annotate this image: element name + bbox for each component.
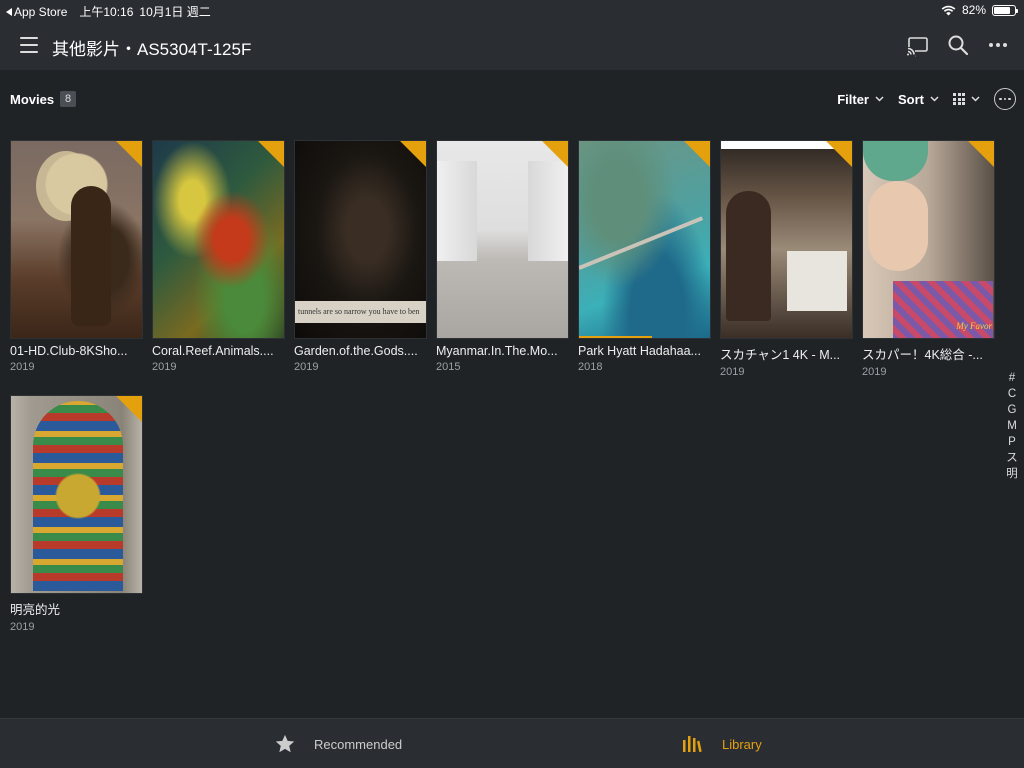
alpha-index-letter[interactable]: P [1008,434,1016,450]
back-to-app-store[interactable]: App Store [6,5,67,19]
status-date: 10月1日 週二 [139,5,211,19]
poster-image [10,395,143,594]
alpha-index-letter[interactable]: # [1009,370,1015,386]
movie-year: 2019 [862,366,887,378]
poster-image [152,140,285,339]
movie-card[interactable]: Park Hyatt Hadahaa... 2018 [578,140,711,373]
section-title: Movies [10,92,55,107]
wifi-icon [941,5,956,15]
unwatched-indicator [826,141,852,167]
alpha-index-letter[interactable]: M [1007,418,1017,434]
battery-icon [992,4,1018,16]
unwatched-indicator [116,396,142,422]
movie-title: 01-HD.Club-8KSho... [10,344,128,358]
movie-title: Myanmar.In.The.Mo... [436,344,558,358]
movie-year: 2019 [152,361,177,373]
search-icon[interactable] [946,33,970,57]
movie-card[interactable]: tunnels are so narrow you have to ben Ga… [294,140,427,373]
chevron-down-icon [971,96,980,102]
movie-year: 2018 [578,361,603,373]
poster-image: My Favor [862,140,995,339]
status-bar: App Store 上午10:16 10月1日 週二 82% [0,0,1024,20]
top-bar: 其他影片・AS5304T-125F [0,20,1024,70]
unwatched-indicator [684,141,710,167]
tab-recommended[interactable]: Recommended [274,733,402,755]
battery-fill [994,6,1011,14]
alphabet-index[interactable]: # C G M P ス明 [1006,370,1018,482]
alpha-index-letter[interactable]: C [1008,386,1016,402]
alpha-index-letter[interactable]: G [1008,402,1017,418]
unwatched-indicator [968,141,994,167]
star-icon [275,734,295,753]
movie-year: 2019 [10,361,35,373]
cast-icon[interactable] [906,33,930,57]
movie-year: 2019 [294,361,319,373]
movie-card[interactable]: My Favor スカパー！4K総合 -... 2019 [862,140,995,378]
movie-title: スカチャン1 4K - M... [720,348,841,362]
library-icon [683,736,702,753]
grid-view-icon [953,93,965,105]
movie-card[interactable]: Myanmar.In.The.Mo... 2015 [436,140,569,373]
item-count-badge: 8 [60,91,77,107]
chevron-down-icon [875,96,884,102]
chevron-down-icon [930,96,939,102]
movie-title: Garden.of.the.Gods.... [294,344,418,358]
alpha-index-letter[interactable]: 明 [1006,466,1018,482]
menu-icon[interactable] [20,37,38,53]
movie-year: 2019 [720,366,745,378]
back-arrow-icon [6,7,12,16]
movie-title: スカパー！4K総合 -... [862,348,983,362]
movie-title: Park Hyatt Hadahaa... [578,344,701,358]
poster-image [436,140,569,339]
movie-card[interactable]: Coral.Reef.Animals.... 2019 [152,140,285,373]
movie-card[interactable]: 明亮的光 2019 [10,395,143,633]
more-options-icon[interactable] [994,88,1016,110]
more-icon[interactable] [986,33,1010,57]
unwatched-indicator [400,141,426,167]
subtitle-caption: tunnels are so narrow you have to ben [295,301,426,323]
poster-image [10,140,143,339]
sort-button[interactable]: Sort [898,92,939,107]
movie-title: 明亮的光 [10,603,61,617]
status-time: 上午10:16 [79,5,134,19]
battery-percent: 82% [961,3,986,17]
bottom-tab-bar: Recommended Library [0,718,1024,768]
page-title: 其他影片・AS5304T-125F [52,40,252,59]
movie-card[interactable]: 01-HD.Club-8KSho... 2019 [10,140,143,373]
poster-image: tunnels are so narrow you have to ben [294,140,427,339]
poster-overlay-text: My Favor [956,321,992,331]
movie-year: 2019 [10,621,35,633]
movie-title: Coral.Reef.Animals.... [152,344,274,358]
movie-card[interactable]: スカチャン1 4K - M... 2019 [720,140,853,378]
filter-button[interactable]: Filter [837,92,884,107]
unwatched-indicator [542,141,568,167]
unwatched-indicator [116,141,142,167]
library-subheader: Movies 8 Filter Sort [10,88,1016,112]
unwatched-indicator [258,141,284,167]
movie-year: 2015 [436,361,461,373]
poster-image [578,140,711,339]
tab-library[interactable]: Library [682,733,762,755]
view-mode-button[interactable] [953,93,980,105]
watch-progress-bar [579,336,653,338]
alpha-index-letter[interactable]: ス [1006,450,1018,466]
poster-image [720,140,853,339]
